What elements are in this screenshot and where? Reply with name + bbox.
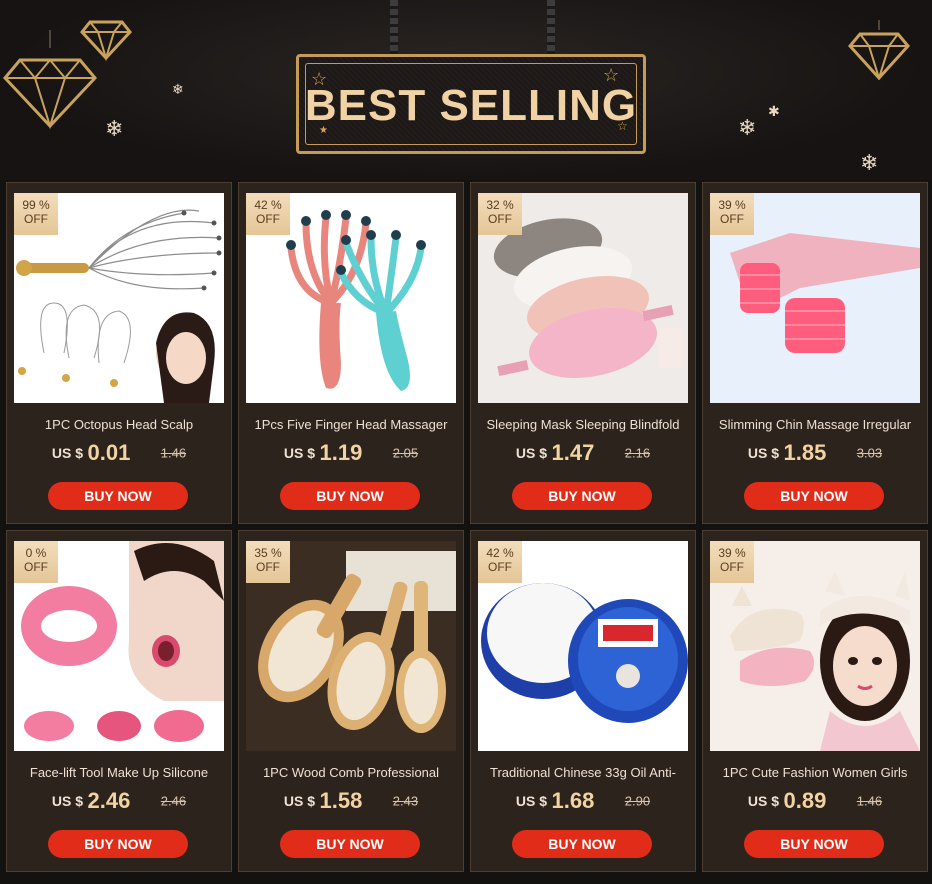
buy-now-button[interactable]: BUY NOW [744, 482, 884, 510]
buy-now-button[interactable]: BUY NOW [744, 830, 884, 858]
product-name[interactable]: 1PC Wood Comb Professional [243, 765, 459, 780]
currency-label: US $ [747, 445, 780, 461]
discount-badge: 42 % OFF [246, 193, 290, 235]
product-card[interactable]: 35 % OFF 1PC Wood Comb Professional US $… [238, 530, 464, 872]
product-card[interactable]: 42 % OFF Traditional Chinese 33g Oil Ant… [470, 530, 696, 872]
snowflake-icon: ❄ [738, 115, 757, 140]
discount-percent: 42 % [254, 198, 282, 212]
sale-price: 0.89 [783, 788, 827, 813]
discount-off-label: OFF [24, 560, 48, 574]
discount-percent: 32 % [486, 198, 514, 212]
currency-label: US $ [747, 793, 780, 809]
snowflake-icon: ✱ [768, 103, 780, 119]
original-price: 2.43 [392, 793, 419, 809]
currency-label: US $ [51, 445, 84, 461]
buy-now-button[interactable]: BUY NOW [512, 482, 652, 510]
diamond-lamp-icon [80, 20, 132, 62]
sale-price: 1.85 [783, 440, 827, 465]
price-row: US $ 1.58 2.43 [239, 788, 463, 814]
original-price: 1.46 [160, 445, 187, 461]
diamond-lamp-icon [848, 20, 910, 80]
price-row: US $ 1.85 3.03 [703, 440, 927, 466]
product-card[interactable]: 39 % OFF 1PC Cute Fashion Women Girls US… [702, 530, 928, 872]
product-card[interactable]: 32 % OFF Sleeping Mask Sleeping Blindfol… [470, 182, 696, 524]
sale-price: 1.19 [319, 440, 363, 465]
product-name[interactable]: 1Pcs Five Finger Head Massager [243, 417, 459, 432]
original-price: 2.90 [624, 793, 651, 809]
original-price: 2.05 [392, 445, 419, 461]
currency-label: US $ [51, 793, 84, 809]
discount-off-label: OFF [24, 212, 48, 226]
discount-percent: 35 % [254, 546, 282, 560]
sale-price: 1.68 [551, 788, 595, 813]
page-title: BEST SELLING [304, 81, 638, 130]
discount-badge: 35 % OFF [246, 541, 290, 583]
discount-off-label: OFF [488, 560, 512, 574]
discount-off-label: OFF [720, 212, 744, 226]
product-card[interactable]: 39 % OFF Slimming Chin Massage Irregular… [702, 182, 928, 524]
discount-percent: 99 % [22, 198, 50, 212]
price-row: US $ 0.01 1.46 [7, 440, 231, 466]
product-name[interactable]: Slimming Chin Massage Irregular [707, 417, 923, 432]
hanging-chain [547, 0, 555, 58]
discount-off-label: OFF [720, 560, 744, 574]
discount-badge: 0 % OFF [14, 541, 58, 583]
buy-now-button[interactable]: BUY NOW [280, 482, 420, 510]
buy-now-button[interactable]: BUY NOW [48, 482, 188, 510]
discount-off-label: OFF [488, 212, 512, 226]
currency-label: US $ [515, 445, 548, 461]
discount-percent: 39 % [718, 198, 746, 212]
product-name[interactable]: Face-lift Tool Make Up Silicone [11, 765, 227, 780]
discount-badge: 39 % OFF [710, 193, 754, 235]
product-name[interactable]: Traditional Chinese 33g Oil Anti- [475, 765, 691, 780]
buy-now-button[interactable]: BUY NOW [280, 830, 420, 858]
snowflake-icon: ❄ [105, 116, 124, 141]
original-price: 2.46 [160, 793, 187, 809]
currency-label: US $ [515, 793, 548, 809]
original-price: 3.03 [856, 445, 883, 461]
currency-label: US $ [283, 445, 316, 461]
product-name[interactable]: 1PC Octopus Head Scalp [11, 417, 227, 432]
product-card[interactable]: 0 % OFF Face-lift Tool Make Up Silicone … [6, 530, 232, 872]
sale-price: 2.46 [87, 788, 131, 813]
discount-percent: 39 % [718, 546, 746, 560]
price-row: US $ 1.68 2.90 [471, 788, 695, 814]
product-name[interactable]: 1PC Cute Fashion Women Girls [707, 765, 923, 780]
original-price: 2.16 [624, 445, 651, 461]
discount-badge: 99 % OFF [14, 193, 58, 235]
discount-badge: 32 % OFF [478, 193, 522, 235]
buy-now-button[interactable]: BUY NOW [512, 830, 652, 858]
price-row: US $ 2.46 2.46 [7, 788, 231, 814]
currency-label: US $ [283, 793, 316, 809]
discount-percent: 0 % [25, 546, 47, 560]
product-card[interactable]: 42 % OFF 1Pcs Five Finger Head Massager … [238, 182, 464, 524]
discount-off-label: OFF [256, 560, 280, 574]
price-row: US $ 1.47 2.16 [471, 440, 695, 466]
title-frame: ☆ ☆ ☆ ★ BEST SELLING [296, 54, 646, 154]
price-row: US $ 0.89 1.46 [703, 788, 927, 814]
product-card[interactable]: 99 % OFF 1PC Octopus Head Scalp US $ 0.0… [6, 182, 232, 524]
sale-price: 0.01 [87, 440, 131, 465]
hanging-chain [390, 0, 398, 58]
snowflake-icon: ❄ [860, 150, 879, 175]
best-selling-banner: ❄ ❄ ❄ ✱ ❄ ☆ ☆ ☆ ★ BEST SELLING [0, 0, 932, 180]
sale-price: 1.47 [551, 440, 595, 465]
snowflake-icon: ❄ [172, 81, 184, 97]
buy-now-button[interactable]: BUY NOW [48, 830, 188, 858]
sale-price: 1.58 [319, 788, 363, 813]
discount-off-label: OFF [256, 212, 280, 226]
original-price: 1.46 [856, 793, 883, 809]
discount-badge: 39 % OFF [710, 541, 754, 583]
product-name[interactable]: Sleeping Mask Sleeping Blindfold [475, 417, 691, 432]
discount-percent: 42 % [486, 546, 514, 560]
discount-badge: 42 % OFF [478, 541, 522, 583]
price-row: US $ 1.19 2.05 [239, 440, 463, 466]
